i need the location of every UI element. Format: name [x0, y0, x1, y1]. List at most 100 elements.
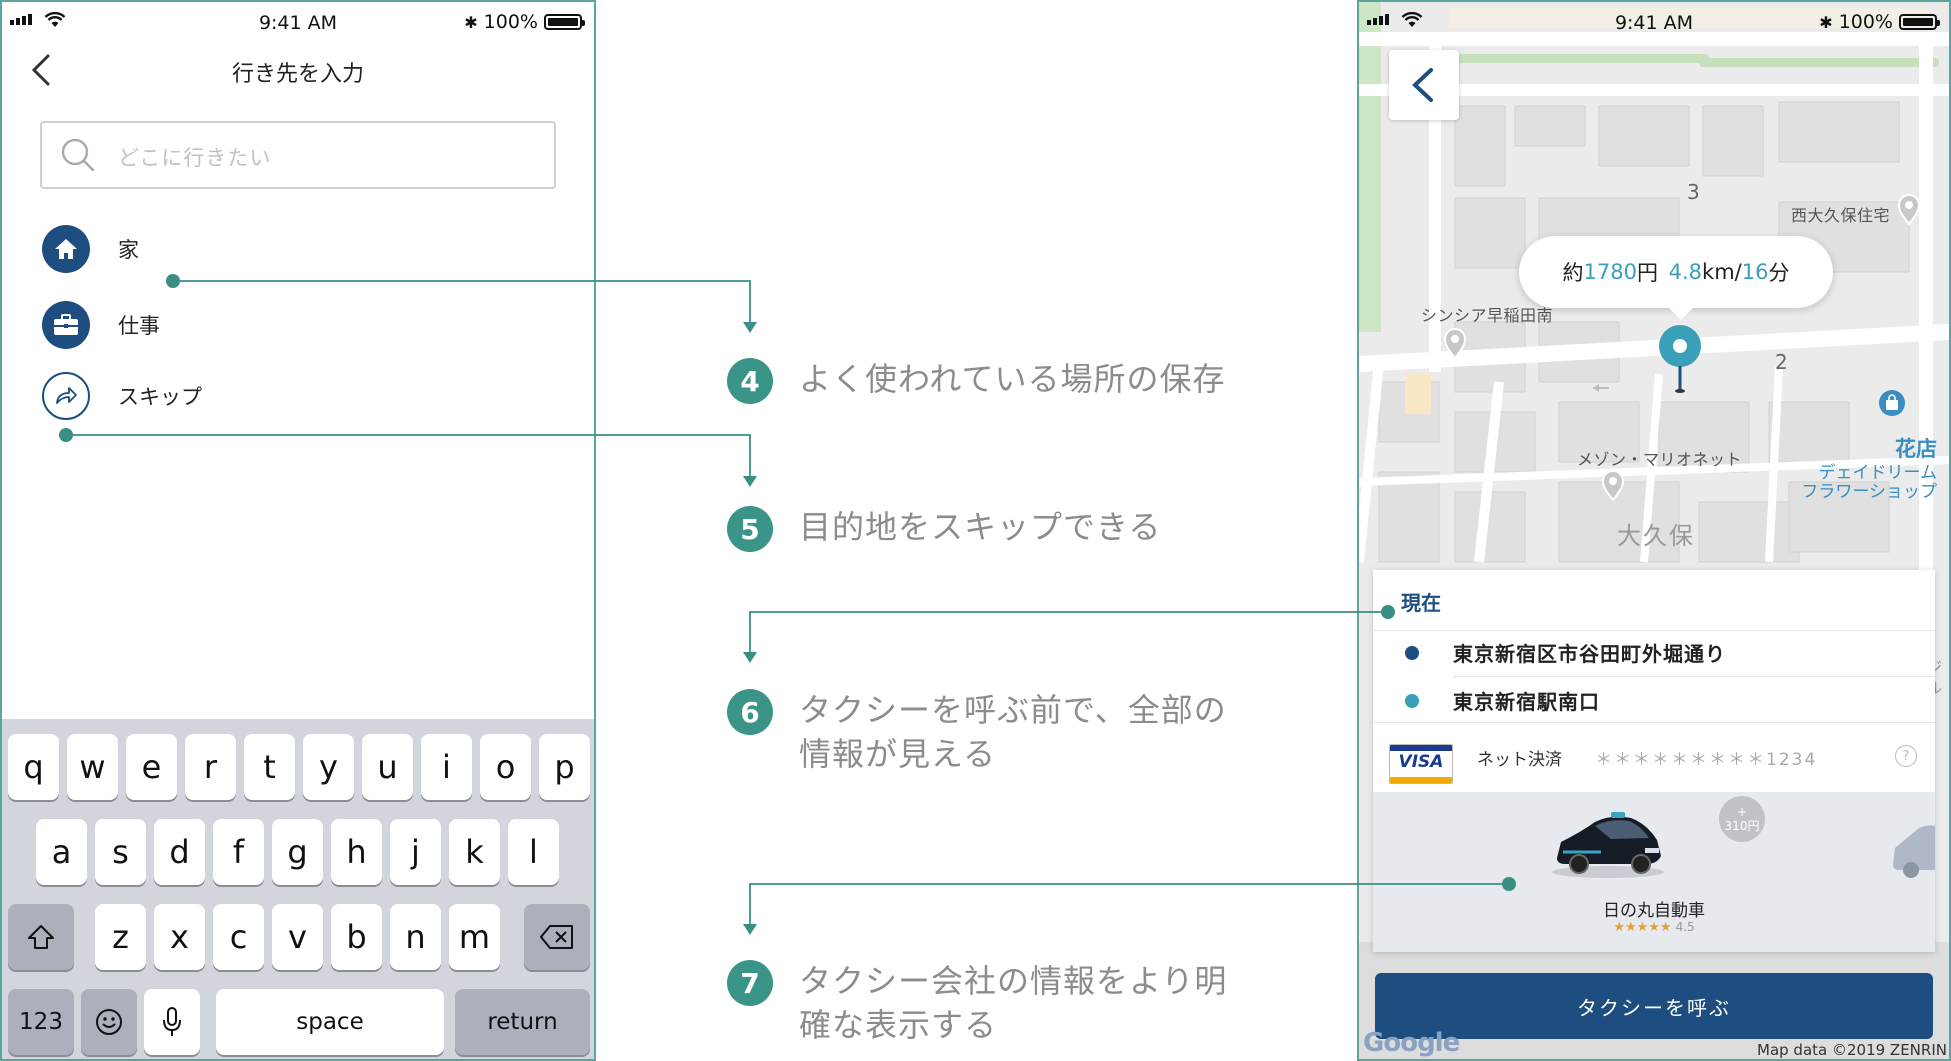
place-item-home[interactable]: 家 — [42, 225, 139, 273]
key-l[interactable]: l — [508, 819, 559, 885]
delete-key[interactable] — [524, 904, 590, 970]
search-input[interactable]: どこに行きたい — [40, 121, 556, 189]
annotation-number: 5 — [727, 506, 773, 552]
extra-fee-badge: + 310円 — [1719, 796, 1765, 842]
key-t[interactable]: t — [244, 734, 295, 800]
page-title: 行き先を入力 — [231, 62, 364, 87]
annotation-number: 6 — [727, 689, 773, 735]
star-rating-icon: ★★★★★ — [1613, 920, 1672, 935]
search-icon — [61, 138, 95, 172]
key-f[interactable]: f — [213, 819, 264, 885]
rating: ★★★★★ 4.5 — [1373, 920, 1935, 935]
annotation-5: 5 目的地をスキップできる — [727, 506, 1161, 552]
key-i[interactable]: i — [421, 734, 472, 800]
taxi-car-image — [1552, 812, 1664, 878]
keyboard: q w e r t y u i o p a s d f g h j k l z … — [2, 719, 594, 1059]
key-g[interactable]: g — [272, 819, 323, 885]
status-bar: 9:41 AM ✱ 100% — [2, 2, 594, 42]
key-v[interactable]: v — [272, 904, 323, 970]
return-key[interactable]: return — [455, 989, 590, 1055]
map-pin-icon — [1443, 328, 1467, 360]
battery-percent: 100% — [1838, 11, 1893, 33]
key-w[interactable]: w — [67, 734, 118, 800]
key-u[interactable]: u — [362, 734, 413, 800]
payment-method: ネット決済 — [1477, 750, 1562, 770]
fare-km: km/ — [1702, 260, 1742, 284]
fare-estimate-bubble: 約 1780 円 4.8 km/16 分 — [1519, 236, 1833, 320]
map-area-okubo: 大久保 — [1617, 522, 1695, 550]
help-icon[interactable]: ? — [1895, 745, 1917, 767]
key-s[interactable]: s — [95, 819, 146, 885]
annotation-number: 4 — [727, 358, 773, 404]
battery-icon — [544, 14, 585, 30]
battery-percent: 100% — [483, 11, 538, 33]
key-o[interactable]: o — [480, 734, 531, 800]
annotation-text: 目的地をスキップできる — [799, 508, 1162, 546]
taxi-car-image-next — [1893, 825, 1935, 878]
ride-confirm-screen: 9:41 AM ✱ 100% 3 2 西大久保住宅 シンシア早稲田南 メゾン・マ… — [1357, 0, 1951, 1061]
key-r[interactable]: r — [185, 734, 236, 800]
chevron-left-icon — [1412, 68, 1433, 102]
key-a[interactable]: a — [36, 819, 87, 885]
space-key[interactable]: space — [216, 989, 444, 1055]
microphone-icon — [163, 1007, 181, 1036]
briefcase-icon — [42, 301, 90, 349]
place-item-work[interactable]: 仕事 — [42, 301, 160, 349]
map-label-florist-kind: 花店 — [1895, 437, 1937, 461]
key-e[interactable]: e — [126, 734, 177, 800]
map-pin-icon — [1601, 470, 1625, 502]
taxi-company-name: 日の丸自動車 — [1603, 901, 1705, 921]
key-h[interactable]: h — [331, 819, 382, 885]
fare-prefix: 約 — [1562, 261, 1584, 285]
key-m[interactable]: m — [449, 904, 500, 970]
annotation-number: 7 — [727, 960, 773, 1006]
current-location-section: 現在 — [1373, 570, 1935, 631]
key-d[interactable]: d — [154, 819, 205, 885]
place-label-home: 家 — [118, 238, 139, 262]
google-logo: Google — [1363, 1028, 1460, 1058]
payment-row[interactable]: VISA ネット決済 ＊＊＊＊＊＊＊＊＊1234 ? — [1373, 722, 1935, 793]
key-p[interactable]: p — [539, 734, 590, 800]
key-q[interactable]: q — [8, 734, 59, 800]
back-button[interactable] — [1389, 50, 1459, 120]
key-b[interactable]: b — [331, 904, 382, 970]
fare-yen: 円 — [1636, 261, 1665, 285]
map-label-nishiokubo: 西大久保住宅 — [1791, 206, 1891, 225]
destination-address[interactable]: 東京新宿駅南口 — [1453, 686, 1600, 715]
block-number-3: 3 — [1687, 180, 1700, 204]
shift-key[interactable] — [8, 904, 74, 970]
fare-minutes: 16 — [1741, 260, 1769, 284]
card-number: ＊＊＊＊＊＊＊＊＊1234 — [1595, 750, 1818, 770]
destination-pin-icon — [1659, 325, 1701, 393]
annotation-text: タクシーを呼ぶ前で、全部の 情報が見える — [799, 691, 1227, 773]
key-c[interactable]: c — [213, 904, 264, 970]
map-pin-icon — [1897, 194, 1921, 226]
destination-dot-icon — [1405, 694, 1419, 708]
place-label-skip: スキップ — [118, 385, 202, 409]
key-k[interactable]: k — [449, 819, 500, 885]
annotation-text: タクシー会社の情報をより明 確な表示する — [799, 962, 1228, 1044]
map-label-syncia: シンシア早稲田南 — [1421, 306, 1554, 325]
emoji-key[interactable] — [81, 989, 137, 1055]
origin-address[interactable]: 東京新宿区市谷田町外堀通り — [1453, 638, 1726, 667]
taxi-company-carousel[interactable]: + 310円 日の丸自動車 ★★★★★ 4.5 — [1373, 792, 1935, 952]
status-bar: 9:41 AM ✱ 100% — [1359, 2, 1949, 42]
extra-fee-plus: + — [1736, 805, 1748, 819]
place-item-skip[interactable]: スキップ — [42, 372, 202, 420]
shift-icon — [28, 925, 54, 949]
key-x[interactable]: x — [154, 904, 205, 970]
shopping-bag-pin-icon — [1879, 390, 1905, 416]
map-view[interactable]: 9:41 AM ✱ 100% 3 2 西大久保住宅 シンシア早稲田南 メゾン・マ… — [1359, 2, 1949, 1059]
rating-value: 4.5 — [1675, 920, 1695, 934]
key-n[interactable]: n — [390, 904, 441, 970]
dictation-key[interactable] — [144, 989, 200, 1055]
fare-distance: 4.8 — [1668, 260, 1703, 284]
home-icon — [42, 225, 90, 273]
annotation-6: 6 タクシーを呼ぶ前で、全部の 情報が見える — [727, 689, 1227, 776]
key-z[interactable]: z — [95, 904, 146, 970]
search-placeholder: どこに行きたい — [118, 146, 272, 170]
numbers-key[interactable]: 123 — [8, 989, 74, 1055]
key-y[interactable]: y — [303, 734, 354, 800]
key-j[interactable]: j — [390, 819, 441, 885]
fare-price: 1780 — [1583, 260, 1637, 284]
